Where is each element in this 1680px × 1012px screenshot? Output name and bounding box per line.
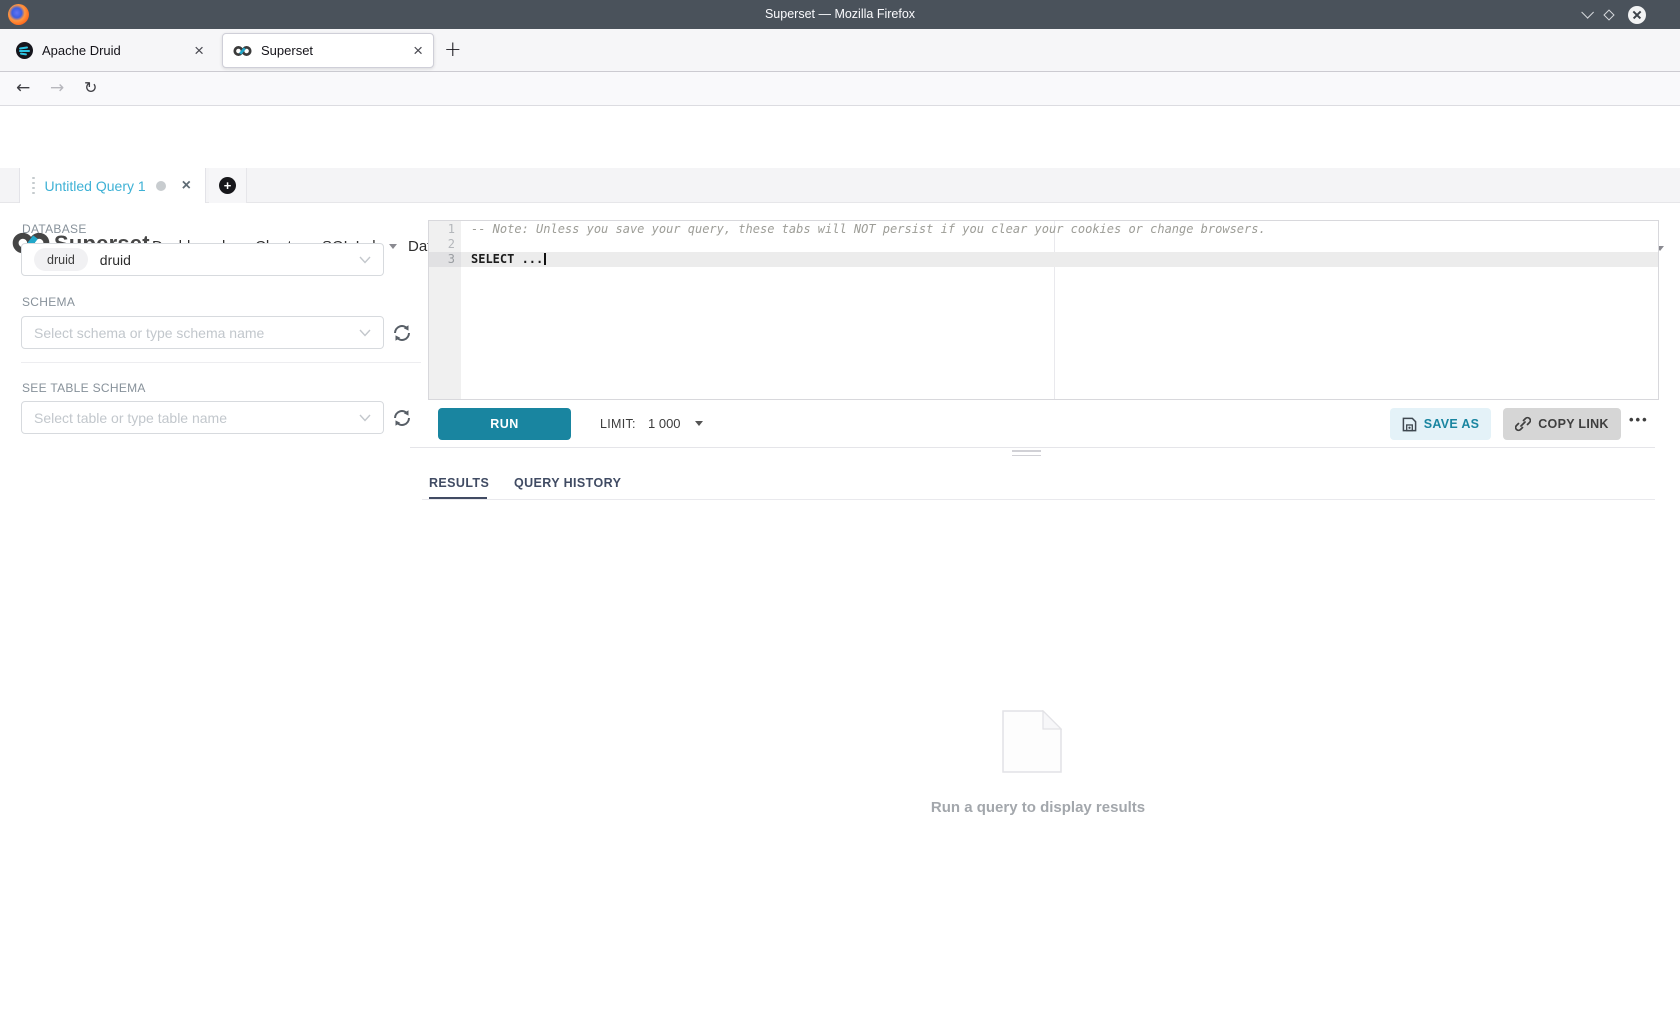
schema-select[interactable]	[21, 316, 384, 349]
line-number: 1	[429, 222, 455, 237]
forward-button[interactable]: →	[50, 78, 64, 98]
sql-statement-line: SELECT ...	[471, 252, 546, 267]
print-margin-line	[1054, 221, 1055, 399]
schema-label: SCHEMA	[22, 295, 75, 309]
limit-value[interactable]: 1 000	[648, 416, 681, 431]
window-titlebar: Superset — Mozilla Firefox	[0, 0, 1680, 29]
tab-close-icon[interactable]: ×	[413, 42, 423, 59]
chevron-down-icon	[359, 329, 371, 337]
tab-close-icon[interactable]: ×	[194, 42, 204, 59]
resize-handle[interactable]	[1012, 450, 1041, 456]
druid-favicon	[16, 42, 33, 59]
limit-dropdown-icon[interactable]	[695, 421, 703, 426]
query-tab-active[interactable]: Untitled Query 1 ×	[19, 168, 206, 203]
table-input[interactable]	[34, 410, 324, 426]
superset-favicon	[233, 45, 252, 57]
copy-link-button[interactable]: COPY LINK	[1503, 408, 1621, 440]
window-close-icon[interactable]	[1628, 6, 1646, 24]
window-minimize-icon[interactable]	[1581, 6, 1594, 19]
plus-circle-icon: +	[219, 177, 236, 194]
query-tabbar	[0, 168, 1680, 203]
add-query-tab[interactable]: +	[209, 168, 247, 203]
database-label: DATABASE	[22, 222, 87, 236]
chevron-down-icon	[359, 256, 371, 264]
link-icon	[1515, 416, 1531, 432]
save-icon	[1402, 417, 1417, 432]
database-type-pill: druid	[34, 248, 88, 271]
browser-window: Superset — Mozilla Firefox Apache Druid …	[0, 0, 1680, 1012]
table-select[interactable]	[21, 401, 384, 434]
results-divider	[422, 499, 1655, 500]
database-value: druid	[100, 252, 131, 268]
table-schema-label: SEE TABLE SCHEMA	[22, 381, 146, 395]
window-title: Superset — Mozilla Firefox	[0, 7, 1680, 21]
line-number: 2	[429, 237, 455, 252]
line-number: 3	[429, 252, 461, 267]
new-tab-button[interactable]: +	[444, 39, 462, 60]
browser-tab-label: Superset	[261, 43, 313, 58]
schema-input[interactable]	[34, 325, 324, 341]
back-button[interactable]: ←	[16, 78, 30, 98]
refresh-tables-icon[interactable]	[391, 407, 413, 429]
more-actions-button[interactable]: •••	[1629, 412, 1649, 427]
browser-tab-label: Apache Druid	[42, 43, 121, 58]
limit-label: LIMIT:	[600, 417, 636, 431]
empty-document-icon	[1002, 710, 1062, 773]
tab-query-history[interactable]: QUERY HISTORY	[514, 476, 621, 490]
superset-navbar: Superset Dashboards Charts SQL Lab Data …	[0, 106, 1680, 168]
editor-gutter: 1 2 3	[429, 221, 461, 399]
browser-toolbar: ← → ↻ 172.18.0.4:32251/superset/sqllab/ …	[0, 72, 1680, 106]
refresh-schemas-icon[interactable]	[391, 322, 413, 344]
run-button[interactable]: RUN	[438, 408, 571, 440]
sql-editor[interactable]: 1 2 3 -- Note: Unless you save your quer…	[428, 220, 1659, 400]
text-cursor	[544, 253, 546, 265]
query-tab-close-icon[interactable]: ×	[182, 178, 191, 194]
database-select[interactable]: druid druid	[21, 243, 384, 276]
query-tab-label[interactable]: Untitled Query 1	[45, 178, 146, 194]
pane-divider	[410, 447, 1655, 448]
unsaved-dot-icon	[156, 181, 166, 191]
save-as-button[interactable]: SAVE AS	[1390, 408, 1491, 440]
browser-tab-superset[interactable]: Superset ×	[222, 33, 434, 68]
browser-tab-druid[interactable]: Apache Druid ×	[6, 33, 214, 68]
empty-results-message: Run a query to display results	[888, 799, 1188, 816]
active-line-highlight	[461, 252, 1658, 267]
chevron-down-icon	[359, 414, 371, 422]
drag-handle-icon[interactable]	[32, 177, 35, 195]
reload-button[interactable]: ↻	[84, 78, 97, 97]
sidebar-divider	[21, 362, 421, 363]
tab-results[interactable]: RESULTS	[429, 476, 489, 490]
sql-comment-line: -- Note: Unless you save your query, the…	[471, 222, 1266, 237]
window-maximize-icon[interactable]	[1603, 9, 1614, 20]
browser-tabbar: Apache Druid × Superset × +	[0, 29, 1680, 72]
chevron-down-icon	[389, 244, 397, 249]
